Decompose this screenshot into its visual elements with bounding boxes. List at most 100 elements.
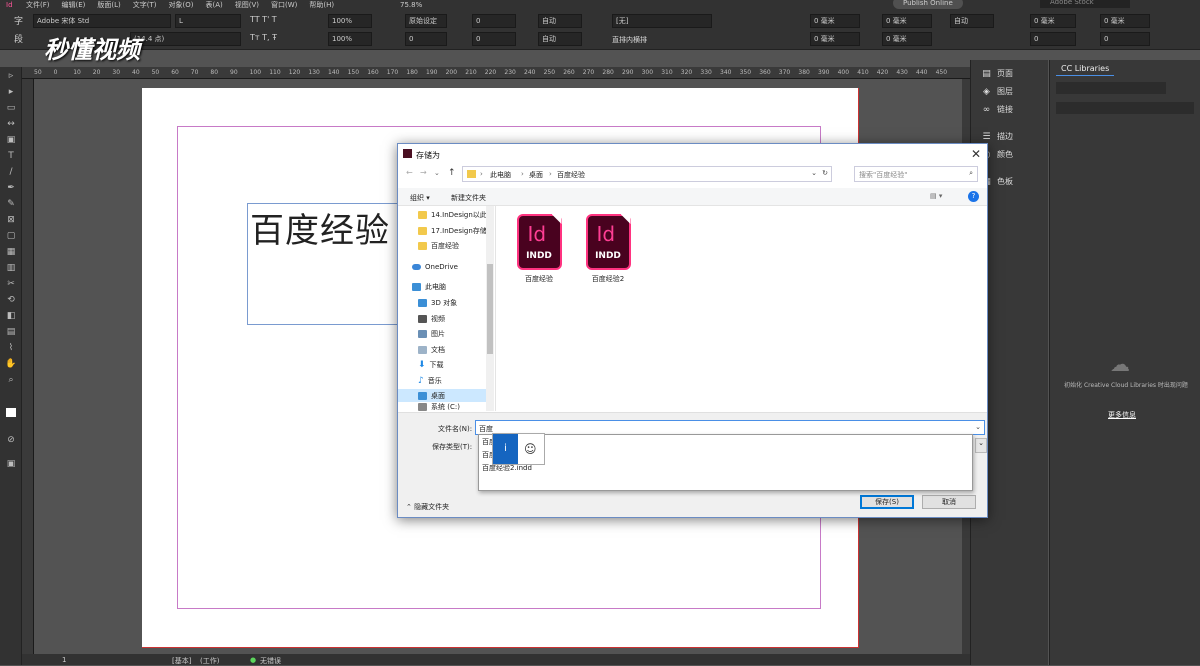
nav-this-pc[interactable]: 此电脑 [412,280,446,293]
frame-grid-tool-icon[interactable]: ▥ [5,263,17,274]
pencil-tool-icon[interactable]: ✎ [5,199,17,210]
refresh-icon[interactable]: ↻ [822,169,828,177]
direct-selection-tool-icon[interactable]: ▸ [5,87,17,98]
page-number-field[interactable]: 1 [62,656,66,664]
space-after-field[interactable]: 0 毫米 [882,32,932,46]
pen-tool-icon[interactable]: ✒ [5,183,17,194]
menu-item-app[interactable]: Id [6,1,13,9]
ime-mode-indicator[interactable]: i [493,434,518,464]
menu-item-help[interactable]: 帮助(H) [309,0,334,10]
stock-search-input[interactable]: Adobe Stock [1040,0,1130,8]
search-input[interactable]: 搜索"百度经验" ⌕ [854,166,978,182]
nav-folder-item[interactable]: 百度经验 [418,239,459,252]
transform-tool-icon[interactable]: ⟲ [5,295,17,306]
filetype-select[interactable]: ⌄ [975,438,987,453]
back-arrow-icon[interactable]: ← [406,168,413,177]
menu-item-type[interactable]: 文字(T) [133,0,157,10]
nav-pictures[interactable]: 图片 [418,327,445,340]
font-style-select[interactable]: L [175,14,241,28]
gradient-tool-icon[interactable]: ◧ [5,311,17,322]
breadcrumb-pc[interactable]: 此电脑 [490,170,511,180]
recent-dropdown-icon[interactable]: ⌄ [434,169,440,177]
nav-scroll-thumb[interactable] [487,264,493,354]
apply-none-icon[interactable]: ⊘ [5,435,17,446]
line-tool-icon[interactable]: / [5,167,17,178]
nav-videos[interactable]: 视频 [418,312,445,325]
file-item[interactable]: Id INDD 百度经验2 [578,214,638,284]
kerning-select[interactable]: 原始设定 [405,14,447,28]
type-tool-icon[interactable]: T [5,151,17,162]
new-folder-button[interactable]: 新建文件夹 [451,193,486,203]
document-text[interactable]: 百度经验 [250,203,390,252]
library-search-input[interactable] [1056,102,1194,114]
font-family-select[interactable]: Adobe 宋体 Std [33,14,171,28]
auto-select[interactable]: 自动 [950,14,994,28]
library-select[interactable] [1056,82,1166,94]
indent-left-field[interactable]: 0 毫米 [810,14,860,28]
panel-stroke[interactable]: ☰ 描边 [981,131,1013,142]
nav-downloads[interactable]: ⬇ 下载 [418,358,444,371]
address-bar[interactable]: › 此电脑 › 桌面 › 百度经验 ⌄ ↻ [462,166,832,182]
menu-item-view[interactable]: 视图(V) [235,0,259,10]
nav-3d-objects[interactable]: 3D 对象 [418,296,457,309]
tab-cc-libraries[interactable]: CC Libraries [1056,62,1115,76]
filename-input[interactable]: 百度 ⌄ [475,420,985,435]
breadcrumb-desktop[interactable]: 桌面 [529,170,543,180]
panel-pages[interactable]: ▤ 页面 [981,68,1013,79]
font-size-field[interactable]: (14.4 点) [130,32,241,46]
indent-right-field[interactable]: 0 毫米 [1030,14,1076,28]
menu-item-file[interactable]: 文件(F) [26,0,50,10]
more-info-link[interactable]: 更多信息 [1108,410,1136,420]
menu-item-object[interactable]: 对象(O) [169,0,194,10]
view-options-icon[interactable]: ▤ ▾ [930,192,942,200]
nav-folder-item[interactable]: 17.InDesign存储 [418,224,487,237]
nav-music[interactable]: ♪ 音乐 [418,374,442,387]
type-char-icon[interactable]: 字 [14,14,23,27]
publish-online-button[interactable]: Publish Online [893,0,963,9]
menu-item-layout[interactable]: 版面(L) [97,0,120,10]
cancel-button[interactable]: 取消 [922,495,976,509]
rectangle-tool-icon[interactable]: ▢ [5,231,17,242]
wrap-checkbox-label[interactable]: 直排内横排 [612,35,647,45]
baseline-field[interactable]: 0 [405,32,447,46]
scissors-tool-icon[interactable]: ✂ [5,279,17,290]
vertical-scale-field[interactable]: 100% [328,14,372,28]
panel-links[interactable]: ∞ 链接 [981,104,1013,115]
horizontal-scale-field[interactable]: 100% [328,32,372,46]
skew-field[interactable]: 0 [472,32,516,46]
nav-system-drive[interactable]: 系统 (C:) [418,403,460,411]
hand-tool-icon[interactable]: ✋ [5,359,17,370]
screen-mode-icon[interactable]: ▣ [5,459,17,470]
fill-swatch-icon[interactable] [5,407,17,418]
close-icon[interactable]: ✕ [971,147,981,161]
menu-item-window[interactable]: 窗口(W) [271,0,297,10]
indent-last-field[interactable]: 0 [1030,32,1076,46]
leading-select[interactable]: 自动 [538,14,582,28]
breadcrumb-folder[interactable]: 百度经验 [557,170,585,180]
type-para-icon[interactable]: 段 [14,32,23,45]
drop-cap-field[interactable]: 0 毫米 [1100,14,1150,28]
panel-layers[interactable]: ◈ 图层 [981,86,1013,97]
small-caps-icon[interactable]: Tт T, Ŧ [250,33,277,42]
menu-item-table[interactable]: 表(A) [206,0,223,10]
help-icon[interactable]: ? [968,191,979,202]
chevron-down-icon[interactable]: ⌄ [975,423,981,431]
zoom-level[interactable]: 75.8% [400,1,422,9]
leading2-select[interactable]: 自动 [538,32,582,46]
nav-onedrive[interactable]: OneDrive [412,260,458,273]
organize-menu[interactable]: 组织 ▾ [410,193,430,203]
rectangle-frame-tool-icon[interactable]: ⊠ [5,215,17,226]
up-arrow-icon[interactable]: ↑ [448,168,456,178]
menu-item-edit[interactable]: 编辑(E) [62,0,86,10]
selection-tool-icon[interactable]: ▹ [5,71,17,82]
language-select[interactable]: [无] [612,14,712,28]
grid-tool-icon[interactable]: ▦ [5,247,17,258]
note-tool-icon[interactable]: ▤ [5,327,17,338]
chevron-down-icon[interactable]: ⌄ [811,169,817,177]
drop-cap2-field[interactable]: 0 [1100,32,1150,46]
nav-folder-item[interactable]: 14.InDesign以此 [418,208,487,221]
space-before-field[interactable]: 0 毫米 [882,14,932,28]
hide-folders-toggle[interactable]: ⌃ 隐藏文件夹 [406,502,449,512]
indent-first-field[interactable]: 0 毫米 [810,32,860,46]
nav-desktop[interactable]: 桌面 [398,389,486,402]
